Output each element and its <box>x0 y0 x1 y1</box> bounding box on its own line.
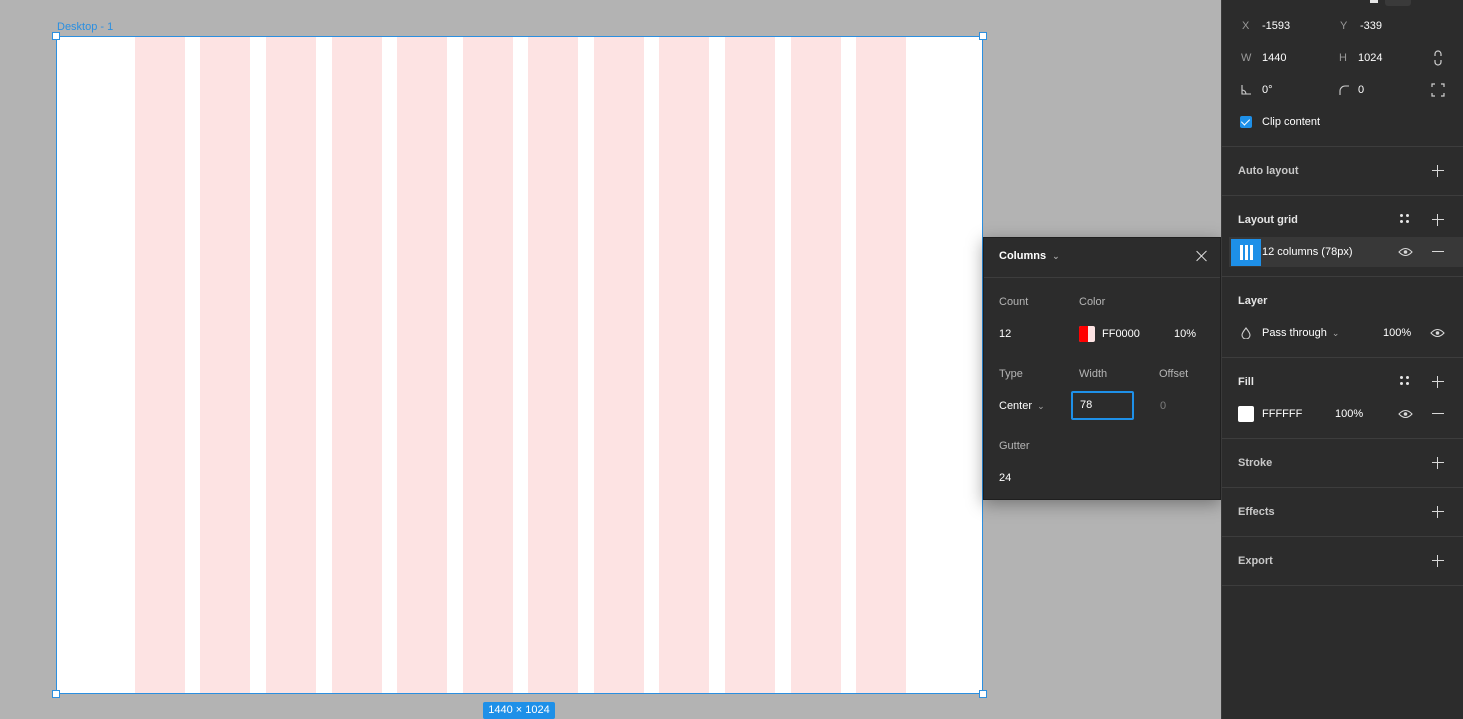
independent-corners-icon[interactable] <box>1431 83 1445 97</box>
offset-label: Offset <box>1159 368 1189 380</box>
h-label: H <box>1339 52 1347 64</box>
stroke-title: Stroke <box>1238 457 1273 469</box>
gutter-label: Gutter <box>999 440 1030 452</box>
chevron-down-icon: ⌄ <box>1331 328 1340 338</box>
add-export-icon[interactable] <box>1432 555 1444 567</box>
eye-icon[interactable] <box>1430 328 1445 338</box>
resize-handle-top-left[interactable] <box>52 32 60 40</box>
properties-panel <box>1221 0 1463 719</box>
add-stroke-icon[interactable] <box>1432 457 1444 469</box>
grid-column <box>528 37 578 693</box>
divider <box>1222 487 1463 488</box>
grid-column <box>659 37 709 693</box>
grid-column <box>135 37 185 693</box>
layer-title: Layer <box>1238 295 1268 307</box>
y-input[interactable]: -339 <box>1360 20 1382 32</box>
clip-content-label: Clip content <box>1262 116 1321 128</box>
type-dropdown-value: Center <box>999 400 1033 412</box>
grid-column <box>200 37 250 693</box>
desktop-frame[interactable] <box>56 36 983 694</box>
frame-label[interactable]: Desktop - 1 <box>57 21 113 33</box>
divider <box>1222 438 1463 439</box>
divider <box>1222 357 1463 358</box>
color-opacity-input[interactable]: 10% <box>1174 328 1196 340</box>
blend-mode-dropdown[interactable]: Pass through ⌄ <box>1262 327 1339 339</box>
popover-title-label: Columns <box>999 250 1047 262</box>
grid-column <box>463 37 513 693</box>
grid-column <box>791 37 841 693</box>
popover-title[interactable]: Columns ⌄ <box>999 250 1060 262</box>
clip-content-checkbox[interactable] <box>1240 116 1252 128</box>
color-swatch[interactable] <box>1079 326 1095 342</box>
color-hex-input[interactable]: FF0000 <box>1102 328 1140 340</box>
offset-input[interactable]: 0 <box>1160 400 1166 412</box>
corner-radius-icon <box>1339 85 1349 95</box>
chevron-down-icon: ⌄ <box>1037 401 1045 411</box>
resize-handle-top-right[interactable] <box>979 32 987 40</box>
panel-tab-stub-mark <box>1370 0 1378 3</box>
grid-column <box>397 37 447 693</box>
fill-opacity-input[interactable]: 100% <box>1335 408 1363 420</box>
divider <box>1222 195 1463 196</box>
divider <box>1222 536 1463 537</box>
x-label: X <box>1242 20 1250 32</box>
effects-title: Effects <box>1238 506 1275 518</box>
layout-grid-title: Layout grid <box>1238 214 1298 226</box>
panel-tab-stub[interactable] <box>1385 0 1411 6</box>
width-label: Width <box>1079 368 1108 380</box>
fill-color-swatch[interactable] <box>1238 406 1254 422</box>
type-dropdown[interactable]: Center ⌄ <box>999 400 1045 412</box>
size-badge: 1440 × 1024 <box>483 702 555 719</box>
grid-styles-icon[interactable] <box>1400 214 1410 224</box>
auto-layout-title: Auto layout <box>1238 165 1299 177</box>
count-input[interactable]: 12 <box>999 328 1011 340</box>
gutter-input[interactable]: 24 <box>999 472 1011 484</box>
type-label: Type <box>999 368 1023 380</box>
layer-opacity-input[interactable]: 100% <box>1383 327 1411 339</box>
grid-column <box>725 37 775 693</box>
add-auto-layout-icon[interactable] <box>1432 165 1444 177</box>
resize-handle-bottom-left[interactable] <box>52 690 60 698</box>
popover-divider <box>984 277 1220 278</box>
grid-column <box>266 37 316 693</box>
remove-layout-grid-icon[interactable] <box>1432 251 1444 253</box>
fill-styles-icon[interactable] <box>1400 376 1410 386</box>
grid-column <box>332 37 382 693</box>
columns-grid-icon[interactable] <box>1231 239 1261 266</box>
w-label: W <box>1241 52 1252 64</box>
w-input[interactable]: 1440 <box>1262 52 1286 64</box>
width-input[interactable]: 78 <box>1071 391 1134 420</box>
fill-hex-input[interactable]: FFFFFF <box>1262 408 1302 420</box>
blend-mode-icon <box>1241 327 1251 339</box>
add-effect-icon[interactable] <box>1432 506 1444 518</box>
add-fill-icon[interactable] <box>1432 376 1444 388</box>
h-input[interactable]: 1024 <box>1358 52 1382 64</box>
export-title: Export <box>1238 555 1273 567</box>
divider <box>1222 146 1463 147</box>
resize-handle-bottom-right[interactable] <box>979 690 987 698</box>
chevron-down-icon: ⌄ <box>1052 251 1060 261</box>
eye-icon[interactable] <box>1398 247 1413 257</box>
grid-column <box>856 37 906 693</box>
rotation-icon <box>1241 85 1251 95</box>
blend-mode-value: Pass through <box>1262 327 1327 339</box>
close-icon[interactable] <box>1196 250 1208 262</box>
constrain-proportions-icon[interactable] <box>1432 50 1444 66</box>
grid-column <box>594 37 644 693</box>
y-label: Y <box>1340 20 1348 32</box>
divider <box>1222 585 1463 586</box>
divider <box>1222 276 1463 277</box>
fill-title: Fill <box>1238 376 1254 388</box>
rotation-input[interactable]: 0° <box>1262 84 1273 96</box>
remove-fill-icon[interactable] <box>1432 413 1444 415</box>
columns-grid-popover: Columns ⌄ Count 12 Color FF0000 10% Type… <box>983 237 1221 500</box>
corner-radius-input[interactable]: 0 <box>1358 84 1364 96</box>
color-label: Color <box>1079 296 1106 308</box>
layout-grid-item-label[interactable]: 12 columns (78px) <box>1262 246 1353 258</box>
add-layout-grid-icon[interactable] <box>1432 214 1444 226</box>
x-input[interactable]: -1593 <box>1262 20 1290 32</box>
eye-icon[interactable] <box>1398 409 1413 419</box>
count-label: Count <box>999 296 1029 308</box>
